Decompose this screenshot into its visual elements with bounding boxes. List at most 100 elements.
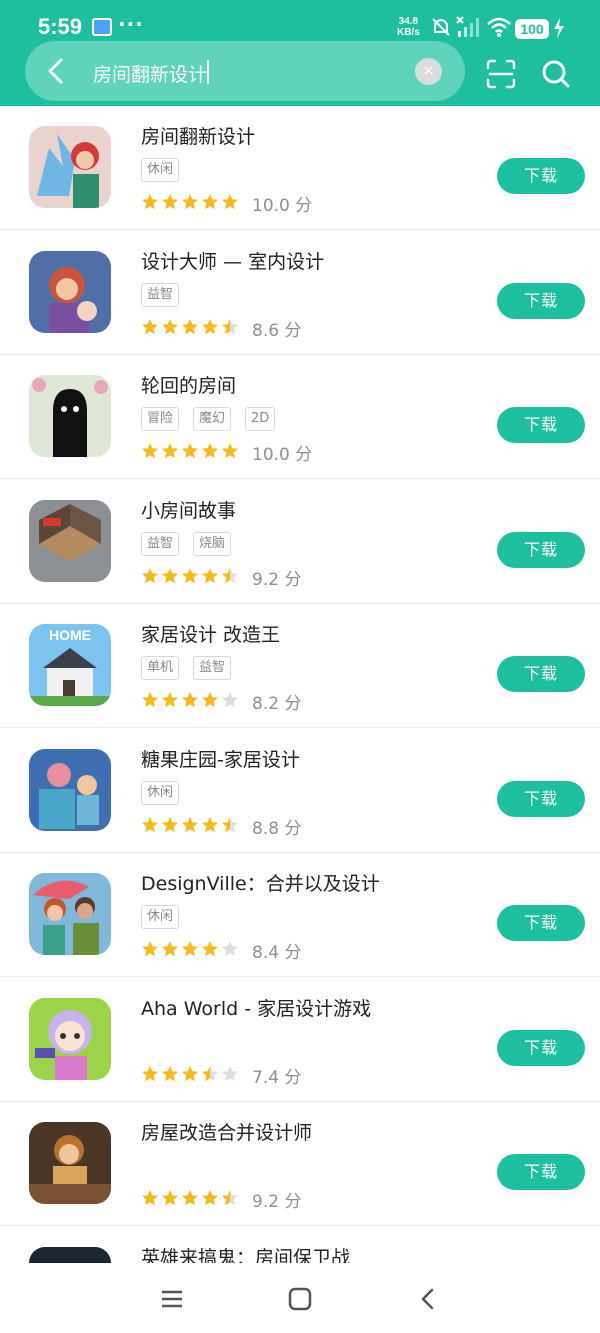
app-name[interactable]: 设计大师 — 室内设计 <box>141 247 324 274</box>
app-tag: 2D <box>245 407 276 431</box>
rating-star-icon <box>182 318 198 334</box>
app-score: 8.4 分 <box>252 943 302 963</box>
app-name[interactable]: 小房间故事 <box>141 496 236 523</box>
app-name[interactable]: 糖果庄园-家居设计 <box>141 745 300 772</box>
status-time: 5:59 <box>38 14 83 39</box>
rating-star-icon <box>142 1190 158 1206</box>
rating-star-icon <box>202 941 218 957</box>
app-name[interactable]: 房间翻新设计 <box>141 122 255 149</box>
download-button[interactable]: 下载 <box>497 531 585 568</box>
app-tags: 益智 <box>141 282 193 307</box>
app-list-item[interactable]: 设计大师 — 室内设计 益智 8.6 分 下载 <box>0 231 600 355</box>
rating-star-icon <box>142 941 158 957</box>
rating-star-icon <box>142 318 158 334</box>
rating-star-icon <box>162 318 178 334</box>
app-icon[interactable]: HOME <box>29 624 111 706</box>
rating-star-icon <box>162 1065 178 1081</box>
rating-star-icon <box>142 692 158 708</box>
rating-star-icon <box>202 567 218 583</box>
rating-stars <box>141 567 241 585</box>
rating-stars <box>141 1189 241 1207</box>
app-score: 8.2 分 <box>252 694 302 714</box>
app-tag: 休闲 <box>141 158 180 182</box>
app-list-item[interactable]: 轮回的房间 冒险 魔幻 2D 10.0 分 下载 <box>0 355 600 479</box>
app-name[interactable]: 房屋改造合并设计师 <box>141 1118 312 1145</box>
app-tags: 休闲 <box>141 780 193 805</box>
mail-notification-icon <box>92 18 112 36</box>
search-query[interactable]: 房间翻新设计 <box>93 60 207 87</box>
app-tag: 烧脑 <box>193 531 232 556</box>
rating-star-icon <box>202 194 218 210</box>
rating-star-icon <box>182 1065 198 1081</box>
app-name[interactable]: 英雄来搞鬼：房间保卫战 <box>141 1243 350 1264</box>
download-button[interactable]: 下载 <box>497 158 585 194</box>
app-list-item[interactable]: Aha World - 家居设计游戏 7.4 分 下载 <box>0 978 600 1102</box>
download-button[interactable]: 下载 <box>497 1154 585 1190</box>
app-list-item[interactable]: 糖果庄园-家居设计 休闲 8.8 分 下载 <box>0 729 600 853</box>
app-icon[interactable] <box>29 250 111 333</box>
app-score: 9.2 分 <box>252 569 302 590</box>
search-input[interactable] <box>25 41 465 101</box>
app-tag: 益智 <box>141 282 180 307</box>
download-button[interactable]: 下载 <box>497 905 585 941</box>
rating-star-icon <box>182 1190 198 1206</box>
charging-icon <box>554 18 564 38</box>
app-list-item[interactable]: DesignVille：合并以及设计 休闲 8.4 分 下载 <box>0 853 600 977</box>
rating-star-icon <box>202 816 218 832</box>
rating-star-icon <box>222 1065 238 1081</box>
rating-stars <box>141 442 241 460</box>
app-list-item[interactable]: 小房间故事益智 烧脑 9.2 分 下载 <box>0 480 600 604</box>
rating-star-icon <box>162 194 178 210</box>
app-icon[interactable] <box>29 1246 111 1263</box>
app-list-item[interactable]: 英雄来搞鬼：房间保卫战 <box>0 1227 600 1264</box>
app-tag: 单机 <box>141 656 180 680</box>
mute-icon <box>432 18 450 36</box>
rating-star-icon <box>162 692 178 708</box>
back-nav-icon[interactable] <box>414 1285 442 1313</box>
wifi-icon <box>487 17 511 37</box>
app-name[interactable]: DesignVille：合并以及设计 <box>141 869 380 896</box>
app-icon[interactable] <box>29 126 111 208</box>
app-score: 9.2 分 <box>252 1192 302 1212</box>
rating-star-icon <box>202 1065 218 1081</box>
rating-star-icon <box>182 194 198 210</box>
app-icon[interactable] <box>29 748 111 831</box>
download-button[interactable]: 下载 <box>497 780 585 817</box>
app-icon[interactable] <box>29 1122 111 1204</box>
app-name[interactable]: 轮回的房间 <box>141 371 236 398</box>
net-speed: 34.8 KB/s <box>397 16 420 38</box>
home-icon[interactable] <box>286 1285 314 1313</box>
app-name[interactable]: Aha World - 家居设计游戏 <box>141 994 371 1021</box>
download-button[interactable]: 下载 <box>497 1029 585 1066</box>
rating-star-icon <box>202 318 218 334</box>
download-button[interactable]: 下载 <box>497 656 585 692</box>
scan-icon[interactable] <box>485 58 517 90</box>
app-score: 8.6 分 <box>252 320 302 341</box>
download-button[interactable]: 下载 <box>497 407 585 443</box>
rating-star-icon <box>222 1190 238 1206</box>
search-icon[interactable] <box>540 58 572 90</box>
app-tag: 益智 <box>141 531 180 556</box>
rating-stars <box>141 193 241 211</box>
app-icon[interactable] <box>29 873 111 955</box>
top-bar: 5:59 ··· 34.8 KB/s 100 房间翻新设计 × <box>0 0 600 106</box>
app-tag: 休闲 <box>141 780 180 805</box>
app-tags: 单机 益智 <box>141 656 245 680</box>
rating-star-icon <box>162 1190 178 1206</box>
app-list-item[interactable]: 房屋改造合并设计师 9.2 分 下载 <box>0 1102 600 1226</box>
download-button[interactable]: 下载 <box>497 282 585 319</box>
clear-search-button[interactable]: × <box>415 58 442 85</box>
menu-icon[interactable] <box>158 1285 186 1313</box>
rating-star-icon <box>162 816 178 832</box>
app-list-item[interactable]: HOME 家居设计 改造王 单机 益智 8.2 分 下载 <box>0 604 600 728</box>
app-name[interactable]: 家居设计 改造王 <box>141 620 280 647</box>
rating-stars <box>141 318 241 336</box>
app-list-item[interactable]: 房间翻新设计 休闲 10.0 分 下载 <box>0 106 600 230</box>
app-icon[interactable] <box>29 499 111 582</box>
back-icon[interactable] <box>40 54 74 88</box>
app-score: 10.0 分 <box>252 196 313 216</box>
rating-star-icon <box>202 692 218 708</box>
app-tag: 魔幻 <box>193 407 232 431</box>
app-icon[interactable] <box>29 997 111 1080</box>
app-icon[interactable] <box>29 375 111 457</box>
